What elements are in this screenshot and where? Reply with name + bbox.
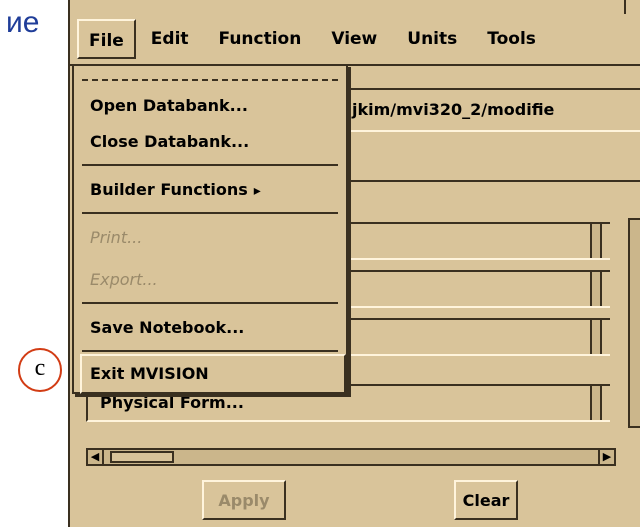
field-button[interactable]	[590, 320, 602, 354]
window-top-notch	[624, 0, 626, 14]
menu-item-exit-mvision[interactable]: Exit MVISION	[80, 354, 346, 394]
scroll-right-icon[interactable]: ▶	[598, 450, 614, 464]
menu-separator	[82, 212, 338, 214]
cascade-arrow-icon: ▸	[253, 183, 261, 199]
slide-text-fragment: ие	[6, 6, 40, 39]
horizontal-scrollbar[interactable]: ◀ ▶	[86, 448, 616, 466]
file-menu-dropdown: Open Databank... Close Databank... Build…	[72, 64, 348, 394]
divider	[342, 180, 640, 182]
menu-separator	[82, 302, 338, 304]
menu-bar: File Edit Function View Units Tools	[70, 14, 640, 66]
menu-item-builder-functions[interactable]: Builder Functions ▸	[90, 180, 261, 199]
scroll-thumb[interactable]	[110, 451, 174, 463]
field-button[interactable]	[590, 386, 602, 420]
scroll-left-icon[interactable]: ◀	[88, 450, 104, 464]
vertical-scrollbar[interactable]	[628, 218, 640, 428]
menu-item-close-databank[interactable]: Close Databank...	[90, 132, 249, 151]
menu-units[interactable]: Units	[392, 19, 472, 59]
builder-functions-label: Builder Functions	[90, 180, 248, 199]
databank-path-field[interactable]: jkim/mvi320_2/modifie	[342, 88, 640, 132]
menu-function[interactable]: Function	[204, 19, 317, 59]
menu-edit[interactable]: Edit	[136, 19, 204, 59]
field-button[interactable]	[590, 272, 602, 306]
callout-marker: c	[18, 348, 62, 392]
apply-button[interactable]: Apply	[202, 480, 286, 520]
field-button[interactable]	[590, 224, 602, 258]
menu-separator	[82, 164, 338, 166]
physical-form-label: Physical Form...	[100, 393, 244, 412]
menu-file[interactable]: File	[77, 19, 136, 59]
callout-label: c	[34, 354, 46, 381]
clear-button[interactable]: Clear	[454, 480, 518, 520]
menu-item-print[interactable]: Print...	[90, 228, 142, 247]
menu-item-open-databank[interactable]: Open Databank...	[90, 96, 248, 115]
menu-item-save-notebook[interactable]: Save Notebook...	[90, 318, 244, 337]
tear-off-line[interactable]	[82, 79, 338, 81]
menu-item-export[interactable]: Export...	[90, 270, 158, 289]
menu-separator	[82, 350, 338, 352]
menu-tools[interactable]: Tools	[472, 19, 551, 59]
menu-view[interactable]: View	[316, 19, 392, 59]
window-top-strip	[70, 0, 640, 14]
